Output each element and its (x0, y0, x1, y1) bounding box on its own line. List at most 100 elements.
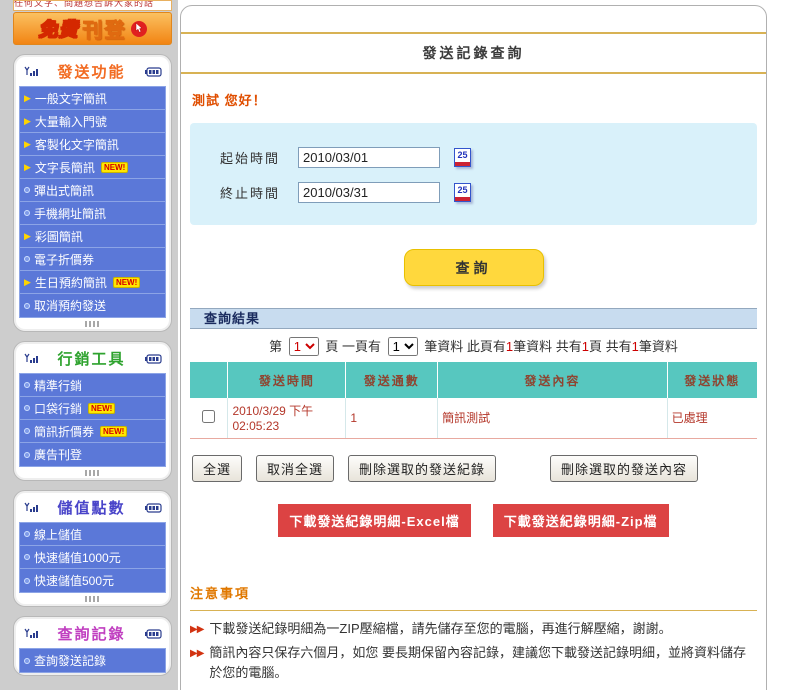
cell-send-count: 1 (346, 398, 438, 438)
cell-send-status: 已處理 (667, 398, 757, 438)
download-zip-button[interactable]: 下載發送紀錄明細-Zip檔 (493, 504, 669, 537)
circle-bullet-icon (24, 187, 30, 193)
page: 任何文字、問題想告訴大家的話 免費 刊登 發送功能 ▶一般文字簡訊 ▶ (0, 0, 785, 690)
start-time-label: 起始時間 (220, 148, 298, 167)
panel-header: 發送功能 (19, 59, 166, 86)
notes-section: 注意事項 ▶▶ 下載發送紀錄明細為一ZIP壓縮檔，請先儲存至您的電腦，再進行解壓… (190, 583, 757, 683)
sidebar-item-quick-topup-1000[interactable]: 快速儲值1000元 (20, 546, 165, 569)
circle-bullet-icon (24, 210, 30, 216)
panel-send-functions: 發送功能 ▶一般文字簡訊 ▶大量輸入門號 ▶客製化文字簡訊 ▶文字長簡訊NEW!… (13, 54, 172, 332)
hand-cursor-icon (131, 21, 147, 37)
calendar-icon[interactable]: 25 (454, 148, 471, 167)
note-item: ▶▶ 下載發送紀錄明細為一ZIP壓縮檔，請先儲存至您的電腦，再進行解壓縮，謝謝。 (190, 619, 757, 639)
per-page-select[interactable]: 1 (388, 337, 418, 356)
sidebar-item-precision-marketing[interactable]: 精準行銷 (20, 374, 165, 397)
sidebar: 任何文字、問題想告訴大家的話 免費 刊登 發送功能 ▶一般文字簡訊 ▶ (0, 0, 178, 690)
ad-strip: 任何文字、問題想告訴大家的話 (13, 0, 172, 11)
arrow-bullet-icon: ▶ (24, 277, 31, 288)
start-time-row: 起始時間 25 (220, 147, 757, 168)
panel-marketing-tools: 行銷工具 精準行銷 口袋行銷NEW! 簡訊折價券NEW! 廣告刊登 (13, 341, 172, 481)
panel-grip (85, 595, 101, 603)
sidebar-item-bulk-numbers[interactable]: ▶大量輸入門號 (20, 110, 165, 133)
pagination: 第 1 頁 一頁有 1 筆資料 此頁有1筆資料 共有1頁 共有1筆資料 (190, 336, 757, 356)
page-select[interactable]: 1 (289, 337, 319, 356)
arrow-bullet-icon: ▶ (24, 231, 31, 242)
sidebar-item-general-sms[interactable]: ▶一般文字簡訊 (20, 87, 165, 110)
sidebar-item-quick-topup-500[interactable]: 快速儲值500元 (20, 569, 165, 592)
panel-query-records: 查詢記錄 查詢發送記錄 (13, 616, 172, 676)
circle-bullet-icon (24, 554, 30, 560)
free-publish-banner[interactable]: 免費 刊登 (13, 12, 172, 45)
cell-send-content: 簡訊測試 (438, 398, 668, 438)
panel-header: 查詢記錄 (19, 621, 166, 648)
signal-icon (22, 66, 38, 78)
delete-selected-content-button[interactable]: 刪除選取的發送內容 (550, 455, 698, 482)
query-button[interactable]: 查詢 (404, 249, 544, 286)
sidebar-item-ad-publish[interactable]: 廣告刊登 (20, 443, 165, 466)
circle-bullet-icon (24, 405, 30, 411)
checkbox-column-header (190, 362, 228, 398)
sidebar-item-popup-sms[interactable]: 彈出式簡訊 (20, 179, 165, 202)
sidebar-item-custom-sms[interactable]: ▶客製化文字簡訊 (20, 133, 165, 156)
action-button-row: 全選 取消全選 刪除選取的發送紀錄 刪除選取的發送內容 (192, 455, 757, 482)
end-time-input[interactable] (298, 182, 440, 203)
sidebar-item-cancel-scheduled[interactable]: 取消預約發送 (20, 294, 165, 317)
sidebar-item-birthday-sms[interactable]: ▶生日預約簡訊NEW! (20, 271, 165, 294)
circle-bullet-icon (24, 256, 30, 262)
new-badge: NEW! (100, 426, 127, 437)
row-checkbox[interactable] (202, 410, 215, 423)
download-excel-button[interactable]: 下載發送紀錄明細-Excel檔 (278, 504, 470, 537)
total-record-count: 1 (632, 339, 639, 354)
battery-icon (145, 67, 163, 77)
start-time-input[interactable] (298, 147, 440, 168)
circle-bullet-icon (24, 578, 30, 584)
results-table: 發送時間 發送通數 發送內容 發送狀態 2010/3/29 下午 02:05:2… (190, 362, 757, 439)
signal-icon (22, 502, 38, 514)
sidebar-item-online-topup[interactable]: 線上儲值 (20, 523, 165, 546)
free-label: 免費 (38, 15, 78, 42)
panel-stored-value: 儲值點數 線上儲值 快速儲值1000元 快速儲值500元 (13, 490, 172, 607)
arrow-bullet-icon: ▶ (24, 93, 31, 104)
battery-icon (145, 629, 163, 639)
sidebar-item-long-sms[interactable]: ▶文字長簡訊NEW! (20, 156, 165, 179)
delete-selected-records-button[interactable]: 刪除選取的發送紀錄 (348, 455, 496, 482)
total-pages: 1 (582, 339, 589, 354)
notes-title: 注意事項 (190, 583, 757, 602)
arrow-bullet-icon: ▶ (24, 139, 31, 150)
panel-menu: 線上儲值 快速儲值1000元 快速儲值500元 (19, 522, 166, 593)
battery-icon (145, 503, 163, 513)
page-title: 發送記錄查詢 (181, 34, 766, 72)
select-all-button[interactable]: 全選 (192, 455, 242, 482)
circle-bullet-icon (24, 452, 30, 458)
sidebar-item-mobile-url-sms[interactable]: 手機網址簡訊 (20, 202, 165, 225)
sidebar-item-e-coupon[interactable]: 電子折價券 (20, 248, 165, 271)
calendar-icon[interactable]: 25 (454, 183, 471, 202)
download-button-row: 下載發送紀錄明細-Excel檔 下載發送紀錄明細-Zip檔 (190, 504, 757, 537)
circle-bullet-icon (24, 303, 30, 309)
sidebar-item-sms-coupon[interactable]: 簡訊折價券NEW! (20, 420, 165, 443)
panel-header: 儲值點數 (19, 495, 166, 522)
ad-strip-text: 任何文字、問題想告訴大家的話 (14, 0, 171, 9)
table-header-row: 發送時間 發送通數 發送內容 發送狀態 (190, 362, 757, 398)
sidebar-item-picture-sms[interactable]: ▶彩圖簡訊 (20, 225, 165, 248)
circle-bullet-icon (24, 428, 30, 434)
column-header-send-status: 發送狀態 (667, 362, 757, 398)
panel-title: 發送功能 (57, 61, 125, 82)
panel-title: 儲值點數 (57, 497, 125, 518)
cell-send-time: 2010/3/29 下午 02:05:23 (228, 398, 346, 438)
double-arrow-icon: ▶▶ (190, 619, 203, 639)
panel-menu: 精準行銷 口袋行銷NEW! 簡訊折價券NEW! 廣告刊登 (19, 373, 166, 467)
sidebar-item-pocket-marketing[interactable]: 口袋行銷NEW! (20, 397, 165, 420)
date-filter-form: 起始時間 25 終止時間 25 (190, 123, 757, 225)
divider (181, 72, 766, 74)
panel-title: 查詢記錄 (57, 623, 125, 644)
panel-grip (85, 320, 101, 328)
column-header-send-time: 發送時間 (228, 362, 346, 398)
deselect-all-button[interactable]: 取消全選 (256, 455, 334, 482)
panel-menu: 查詢發送記錄 (19, 648, 166, 673)
sidebar-item-query-send-records[interactable]: 查詢發送記錄 (20, 649, 165, 672)
content-box: 發送記錄查詢 測試 您好！ 起始時間 25 終止時間 (180, 5, 767, 690)
panel-title: 行銷工具 (57, 348, 125, 369)
arrow-bullet-icon: ▶ (24, 162, 31, 173)
main-area: 發送記錄查詢 測試 您好！ 起始時間 25 終止時間 (178, 0, 785, 690)
